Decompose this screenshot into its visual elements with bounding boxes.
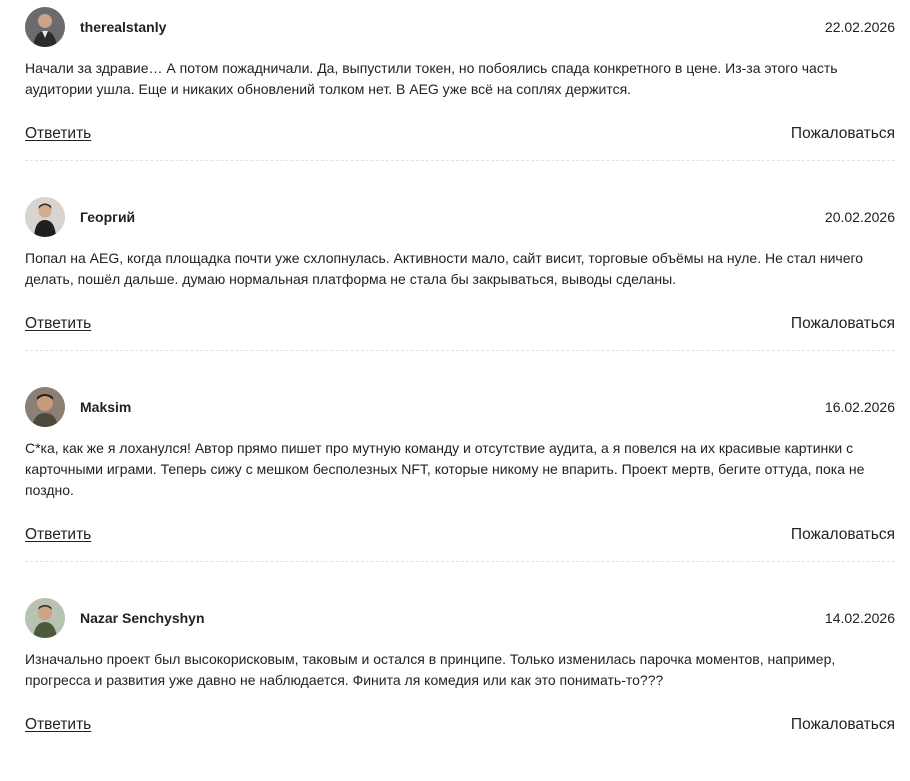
- report-link[interactable]: Пожаловаться: [791, 315, 895, 333]
- comment-author: Георгий: [80, 209, 136, 225]
- comment-author: therealstanly: [80, 19, 167, 35]
- avatar: [25, 197, 65, 237]
- comment-header: Maksim 16.02.2026: [25, 387, 895, 427]
- comment-header: therealstanly 22.02.2026: [25, 7, 895, 47]
- reply-link[interactable]: Ответить: [25, 526, 91, 544]
- comment-text: С*ка, как же я лоханулся! Автор прямо пи…: [25, 440, 865, 498]
- report-link[interactable]: Пожаловаться: [791, 716, 895, 734]
- comment-header: Nazar Senchyshyn 14.02.2026: [25, 598, 895, 638]
- divider: [25, 350, 895, 351]
- avatar: [25, 387, 65, 427]
- divider: [25, 160, 895, 161]
- comment-actions: Ответить Пожаловаться: [25, 716, 895, 734]
- comment-actions: Ответить Пожаловаться: [25, 526, 895, 544]
- comment-author: Nazar Senchyshyn: [80, 610, 205, 626]
- comments-list: therealstanly 22.02.2026 Начали за здрав…: [25, 0, 895, 781]
- report-link[interactable]: Пожаловаться: [791, 526, 895, 544]
- comment-item: Георгий 20.02.2026 Попал на AEG, когда п…: [25, 190, 895, 380]
- comment-date: 16.02.2026: [824, 399, 895, 415]
- divider: [25, 561, 895, 562]
- comment-item: Maksim 16.02.2026 С*ка, как же я лоханул…: [25, 380, 895, 591]
- comment-text: Попал на AEG, когда площадка почти уже с…: [25, 250, 864, 287]
- reply-link[interactable]: Ответить: [25, 125, 91, 143]
- comment-text: Изначально проект был высокорисковым, та…: [25, 651, 836, 688]
- comment-date: 20.02.2026: [824, 209, 895, 225]
- comment-actions: Ответить Пожаловаться: [25, 125, 895, 143]
- comment-actions: Ответить Пожаловаться: [25, 315, 895, 333]
- reply-link[interactable]: Ответить: [25, 716, 91, 734]
- comment-header: Георгий 20.02.2026: [25, 197, 895, 237]
- comment-text: Начали за здравие… А потом пожадничали. …: [25, 60, 838, 97]
- comment-item: Nazar Senchyshyn 14.02.2026 Изначально п…: [25, 591, 895, 781]
- comment-date: 14.02.2026: [824, 610, 895, 626]
- avatar: [25, 7, 65, 47]
- comment-item: therealstanly 22.02.2026 Начали за здрав…: [25, 0, 895, 190]
- avatar: [25, 598, 65, 638]
- reply-link[interactable]: Ответить: [25, 315, 91, 333]
- comment-author: Maksim: [80, 399, 132, 415]
- report-link[interactable]: Пожаловаться: [791, 125, 895, 143]
- comment-date: 22.02.2026: [824, 19, 895, 35]
